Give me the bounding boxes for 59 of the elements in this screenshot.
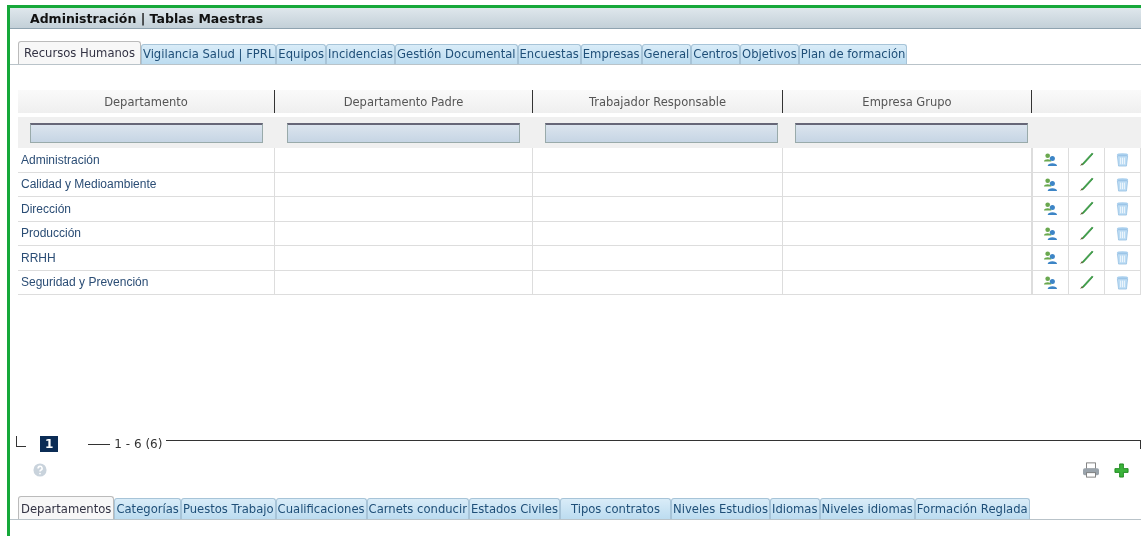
column-header: Trabajador Responsable: [533, 90, 783, 113]
print-icon[interactable]: [1082, 462, 1100, 478]
trash-icon[interactable]: [1115, 176, 1130, 192]
window-title: Administración | Tablas Maestras: [30, 10, 264, 26]
filter-field[interactable]: [545, 122, 778, 143]
pencil-icon[interactable]: [1079, 225, 1094, 241]
tab[interactable]: Encuestas: [517, 44, 581, 64]
filter-field[interactable]: [795, 122, 1028, 143]
column-header: Departamento Padre: [275, 90, 533, 113]
users-icon[interactable]: [1043, 152, 1058, 168]
filter-field[interactable]: [30, 122, 263, 143]
table-cell: Administración: [18, 148, 275, 173]
trash-icon[interactable]: [1115, 225, 1130, 241]
trash-icon[interactable]: [1115, 152, 1130, 168]
tab[interactable]: Categorías: [114, 498, 181, 519]
pencil-icon[interactable]: [1079, 152, 1094, 168]
tab[interactable]: Centros: [691, 44, 741, 64]
tab[interactable]: Equipos: [276, 44, 327, 64]
tab[interactable]: Tipos contratos: [559, 498, 671, 519]
tab[interactable]: Puestos Trabajo: [180, 498, 276, 519]
tab[interactable]: Incidencias: [326, 44, 396, 64]
tab[interactable]: Niveles idiomas: [819, 498, 915, 519]
tab[interactable]: Formación Reglada: [914, 498, 1030, 519]
page-button[interactable]: 1: [40, 436, 59, 452]
trash-icon[interactable]: [1115, 274, 1130, 290]
tab[interactable]: Cualificaciones: [275, 498, 367, 519]
pencil-icon[interactable]: [1079, 176, 1094, 192]
tab[interactable]: Gestión Documental: [395, 44, 518, 64]
trash-icon[interactable]: [1115, 201, 1130, 217]
tab[interactable]: Recursos Humanos: [18, 41, 141, 64]
add-icon[interactable]: [1114, 462, 1129, 478]
tab[interactable]: Carnets conducir: [366, 498, 469, 519]
table-cell: Calidad y Medioambiente: [18, 172, 275, 197]
column-header: Departamento: [18, 90, 275, 113]
trash-icon[interactable]: [1115, 250, 1130, 266]
tab[interactable]: Empresas: [580, 44, 642, 64]
users-icon[interactable]: [1043, 201, 1058, 217]
pencil-icon[interactable]: [1079, 201, 1094, 217]
users-icon[interactable]: [1043, 225, 1058, 241]
users-icon[interactable]: [1043, 176, 1058, 192]
pencil-icon[interactable]: [1079, 274, 1094, 290]
filter-field[interactable]: [287, 122, 520, 143]
tab[interactable]: General: [641, 44, 692, 64]
record-range: 1 - 6 (6): [113, 437, 164, 451]
table-cell: RRHH: [18, 246, 275, 271]
table-cell: Producción: [18, 221, 275, 246]
users-icon[interactable]: [1043, 250, 1058, 266]
tab[interactable]: Vigilancia Salud | FPRL: [140, 44, 277, 64]
pencil-icon[interactable]: [1079, 250, 1094, 266]
column-header: Empresa Grupo: [783, 90, 1032, 113]
tab[interactable]: Idiomas: [769, 498, 820, 519]
tab[interactable]: Niveles Estudios: [671, 498, 770, 519]
users-icon[interactable]: [1043, 274, 1058, 290]
tab[interactable]: Departamentos: [18, 496, 115, 519]
table-cell: Dirección: [18, 197, 275, 222]
tab[interactable]: Objetivos: [740, 44, 799, 64]
tab[interactable]: Plan de formación: [798, 44, 908, 64]
tab[interactable]: Estados Civiles: [468, 498, 560, 519]
table-cell: Seguridad y Prevención: [18, 270, 275, 295]
